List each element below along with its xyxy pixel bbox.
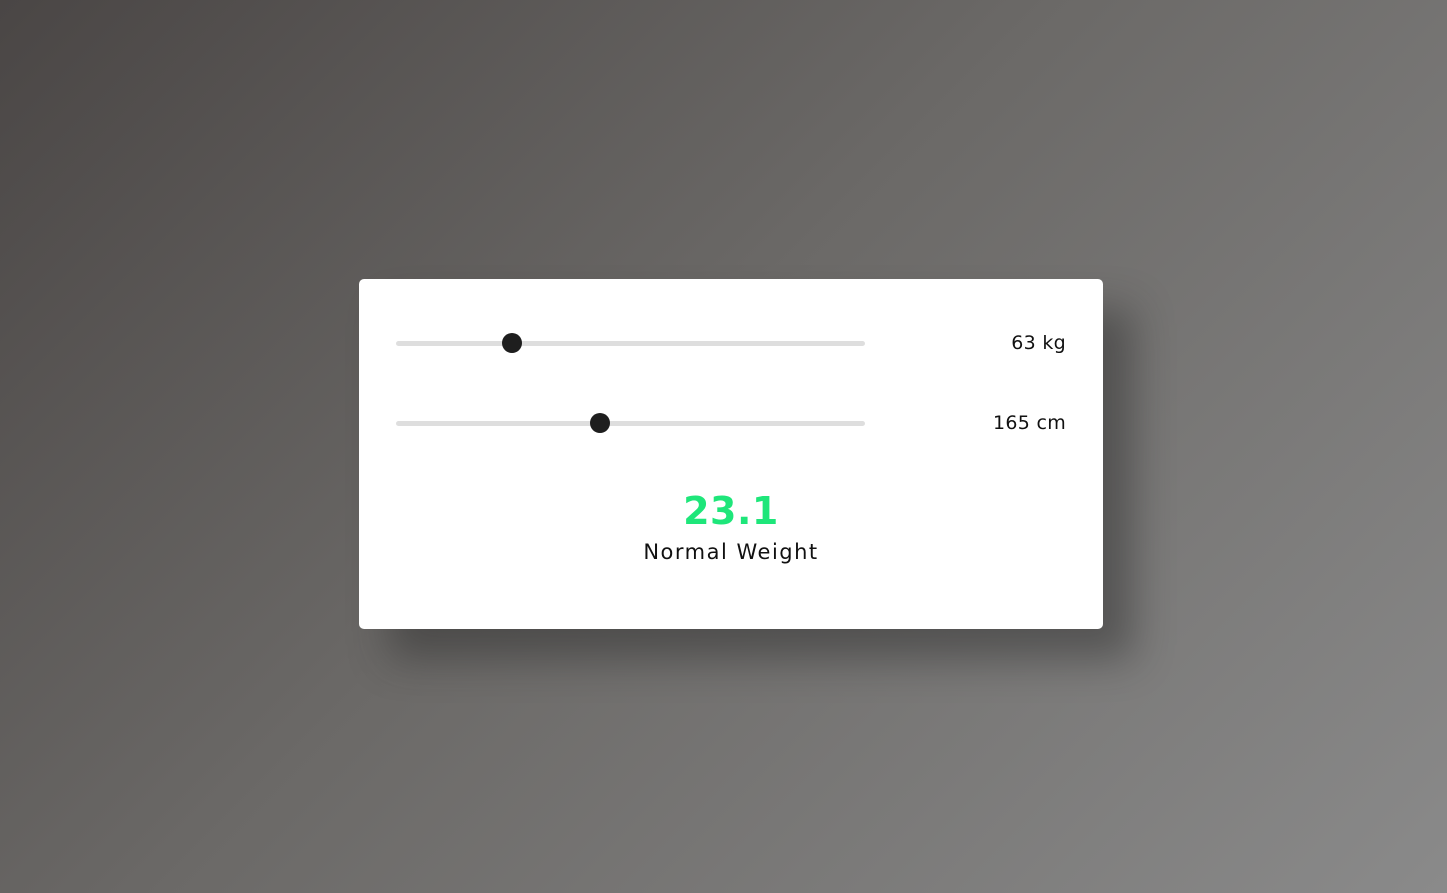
bmi-value: 23.1	[683, 489, 779, 533]
bmi-result: 23.1 Normal Weight	[359, 489, 1103, 565]
height-value: 165 cm	[992, 412, 1066, 434]
bmi-category: Normal Weight	[643, 540, 819, 564]
bmi-calculator-card: 63 kg 165 cm 23.1 Normal Weight	[359, 279, 1103, 629]
height-row: 165 cm	[396, 408, 1066, 438]
weight-value: 63 kg	[1011, 332, 1066, 354]
weight-slider-thumb[interactable]	[502, 333, 523, 353]
weight-row: 63 kg	[396, 328, 1066, 358]
height-slider-thumb[interactable]	[590, 413, 610, 433]
weight-slider[interactable]	[396, 333, 865, 353]
height-slider[interactable]	[396, 413, 865, 433]
